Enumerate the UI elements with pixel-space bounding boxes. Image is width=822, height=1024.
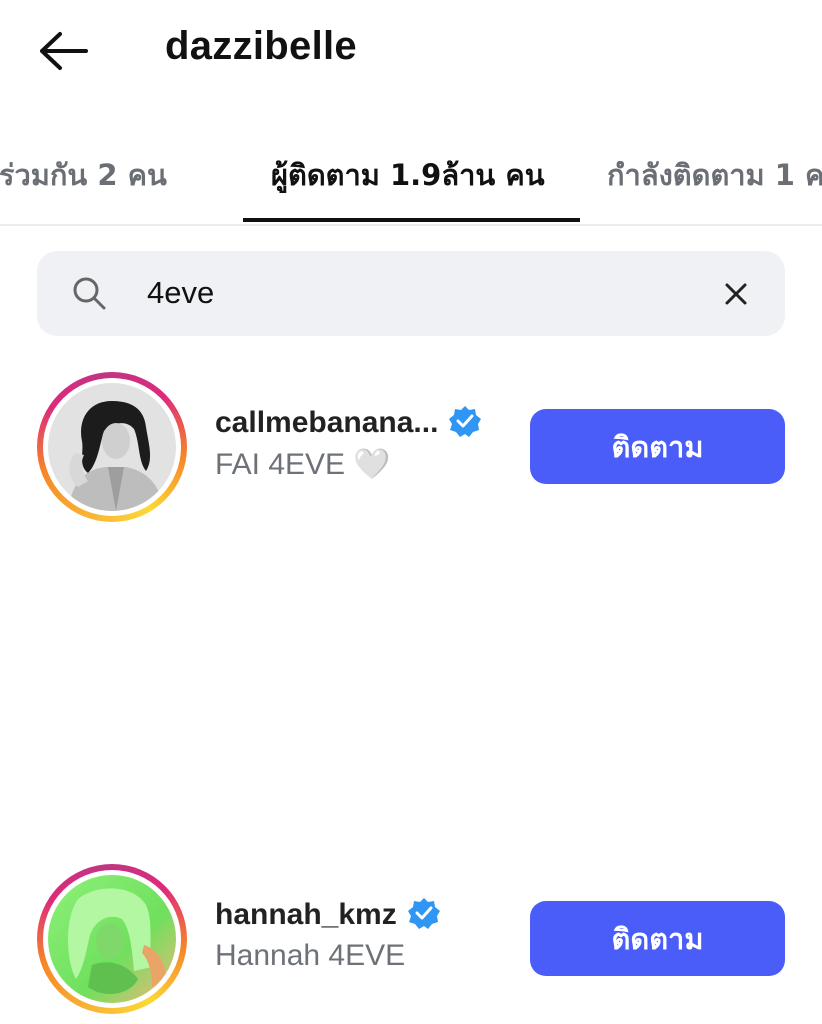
active-tab-indicator — [243, 218, 580, 222]
username[interactable]: hannah_kmz — [215, 898, 441, 933]
follow-button[interactable]: ติดตาม — [530, 901, 785, 976]
list-item[interactable]: hannah_kmz Hannah 4EVE ติดตาม — [0, 862, 822, 1022]
search-input[interactable] — [147, 269, 687, 317]
full-name-text: FAI 4EVE — [215, 448, 346, 481]
avatar[interactable] — [37, 864, 187, 1014]
follow-button[interactable]: ติดตาม — [530, 409, 785, 484]
list-item[interactable]: callmebanana... FAI 4EVE 🤍 ติดตาม — [0, 370, 822, 530]
tab-followers[interactable]: ผู้ติดตาม 1.9ล้าน คน — [271, 152, 545, 198]
white-heart-emoji: 🤍 — [353, 448, 391, 481]
profile-photo — [48, 875, 176, 1003]
top-bar: dazzibelle — [0, 0, 822, 110]
username-text: callmebanana... — [215, 406, 439, 439]
profile-photo — [48, 383, 176, 511]
arrow-left-icon[interactable] — [34, 26, 94, 76]
tab-mutual-followers[interactable]: ผู้ติดตามร่วมกัน 2 คน — [0, 152, 167, 198]
full-name: Hannah 4EVE — [215, 939, 406, 972]
page-title: dazzibelle — [165, 24, 357, 68]
search-bar — [37, 251, 785, 336]
full-name: FAI 4EVE 🤍 — [215, 447, 390, 482]
tab-bar: ผู้ติดตามร่วมกัน 2 คน ผู้ติดตาม 1.9ล้าน … — [0, 130, 822, 226]
username-text: hannah_kmz — [215, 898, 397, 931]
search-icon — [73, 277, 106, 310]
username[interactable]: callmebanana... — [215, 406, 482, 441]
tab-following[interactable]: กำลังติดตาม 1 คน — [607, 152, 822, 198]
close-icon[interactable] — [717, 275, 755, 313]
avatar[interactable] — [37, 372, 187, 522]
verified-badge-icon — [407, 898, 440, 930]
verified-badge-icon — [449, 406, 482, 438]
